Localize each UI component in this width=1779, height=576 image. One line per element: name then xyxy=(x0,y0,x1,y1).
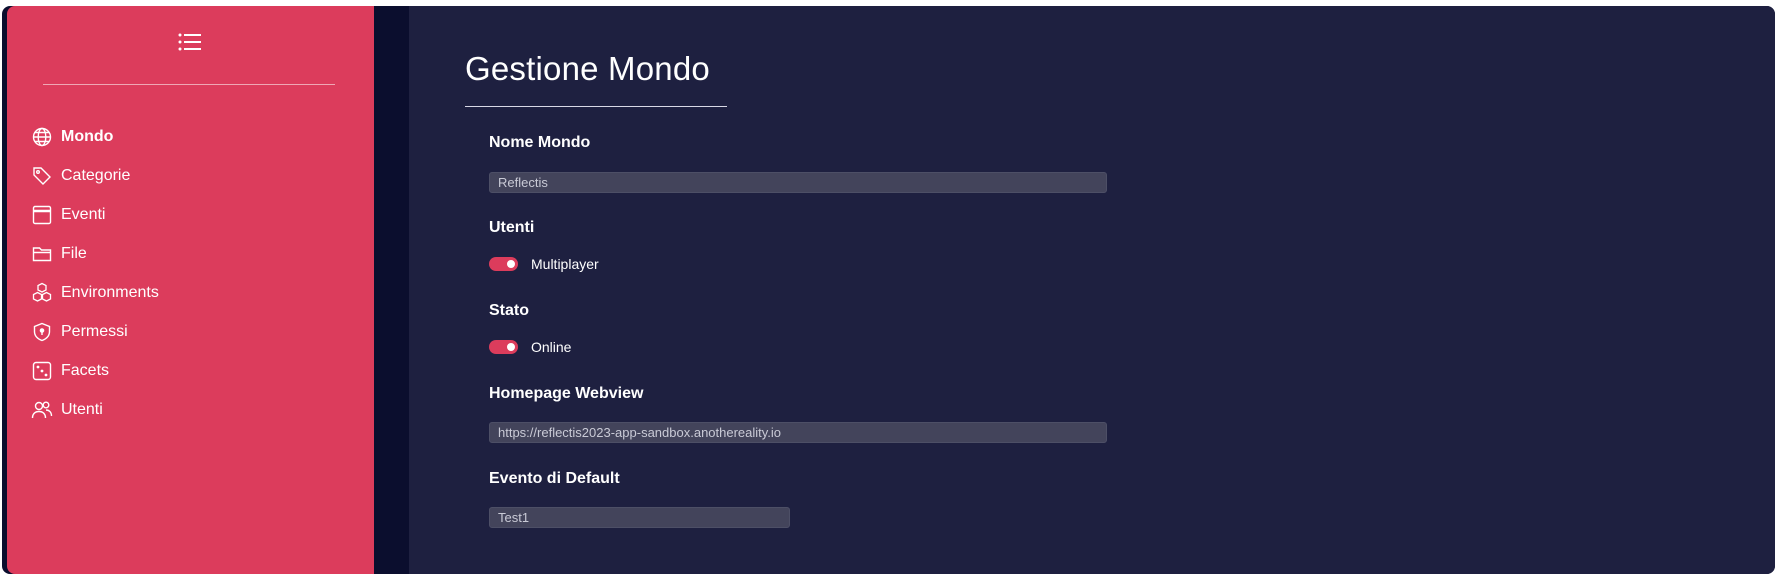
window-icon xyxy=(31,204,53,226)
sidebar-item-file[interactable]: File xyxy=(31,234,361,273)
dice-icon xyxy=(31,360,53,382)
globe-icon xyxy=(31,126,53,148)
homepage-webview-label: Homepage Webview xyxy=(489,385,644,402)
boxes-icon xyxy=(31,282,53,304)
sidebar-item-label: Eventi xyxy=(61,205,106,223)
multiplayer-toggle[interactable] xyxy=(489,257,518,271)
sidebar-item-label: Facets xyxy=(61,361,110,379)
sidebar-item-label: File xyxy=(61,244,87,262)
title-underline xyxy=(465,106,727,107)
online-toggle-label: Online xyxy=(531,339,572,355)
sidebar-item-permessi[interactable]: Permessi xyxy=(31,312,361,351)
sidebar-item-categorie[interactable]: Categorie xyxy=(31,156,361,195)
sidebar-divider xyxy=(43,84,335,85)
status-label: Stato xyxy=(489,302,529,319)
users-label: Utenti xyxy=(489,219,535,236)
multiplayer-toggle-label: Multiplayer xyxy=(531,256,599,272)
menu-toggle-button[interactable] xyxy=(174,29,206,55)
people-icon xyxy=(31,399,53,421)
sidebar-gutter xyxy=(374,6,409,574)
page-title: Gestione Mondo xyxy=(465,50,710,87)
app-window: Mondo Categorie Eventi File Environments… xyxy=(2,6,1775,574)
sidebar-item-eventi[interactable]: Eventi xyxy=(31,195,361,234)
sidebar-item-label: Categorie xyxy=(61,166,131,184)
list-icon xyxy=(178,33,201,51)
online-row: Online xyxy=(489,339,571,355)
sidebar: Mondo Categorie Eventi File Environments… xyxy=(7,6,374,574)
sidebar-item-label: Environments xyxy=(61,283,159,301)
default-event-input[interactable] xyxy=(489,507,790,528)
tag-icon xyxy=(31,165,53,187)
homepage-webview-input[interactable] xyxy=(489,422,1107,443)
sidebar-item-label: Mondo xyxy=(61,127,114,145)
online-toggle[interactable] xyxy=(489,340,518,354)
sidebar-item-utenti[interactable]: Utenti xyxy=(31,390,361,429)
main-panel: Gestione Mondo Nome Mondo Utenti Multipl… xyxy=(409,6,1775,574)
default-event-label: Evento di Default xyxy=(489,470,620,487)
sidebar-item-label: Permessi xyxy=(61,322,128,340)
toggle-knob xyxy=(507,260,515,268)
sidebar-item-facets[interactable]: Facets xyxy=(31,351,361,390)
toggle-knob xyxy=(507,343,515,351)
sidebar-item-mondo[interactable]: Mondo xyxy=(31,117,361,156)
folder-icon xyxy=(31,243,53,265)
sidebar-nav: Mondo Categorie Eventi File Environments… xyxy=(31,117,361,429)
shield-icon xyxy=(31,321,53,343)
sidebar-item-environments[interactable]: Environments xyxy=(31,273,361,312)
world-name-input[interactable] xyxy=(489,172,1107,193)
multiplayer-row: Multiplayer xyxy=(489,256,599,272)
world-name-label: Nome Mondo xyxy=(489,134,591,151)
sidebar-item-label: Utenti xyxy=(61,400,103,418)
